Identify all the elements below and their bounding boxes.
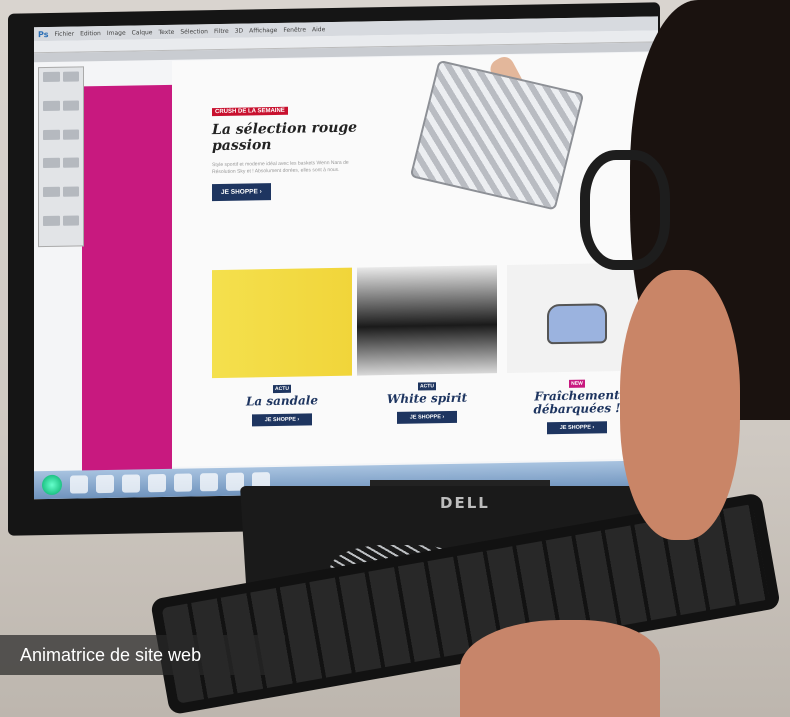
lasso-tool-icon[interactable] (43, 100, 60, 111)
card-title: La sandale (245, 393, 318, 409)
clutch-bag-image (409, 59, 585, 211)
menu-item[interactable]: Image (107, 29, 126, 36)
promo-badge: CRUSH DE LA SEMAINE (212, 106, 288, 117)
monitor: Ps Fichier Edition Image Calque Texte Sé… (8, 2, 660, 536)
gradient-tool-icon[interactable] (43, 187, 60, 198)
move-tool-icon[interactable] (43, 71, 60, 83)
promo-text: Style sportif et moderne idéal avec les … (212, 159, 349, 176)
monitor-screen: Ps Fichier Edition Image Calque Texte Sé… (34, 16, 658, 500)
menu-item[interactable]: Sélection (180, 28, 208, 35)
marquee-tool-icon[interactable] (62, 71, 79, 82)
hand-tool-icon[interactable] (62, 215, 79, 226)
sandal-photo (212, 267, 352, 379)
menu-item[interactable]: Texte (159, 28, 175, 35)
menu-item[interactable]: Aide (312, 26, 325, 33)
menu-item[interactable]: Fenêtre (283, 26, 306, 33)
folder-icon[interactable] (200, 473, 218, 492)
dreamweaver-icon[interactable] (122, 474, 140, 493)
photoshop-logo: Ps (38, 29, 49, 39)
chrome-icon[interactable] (174, 473, 192, 492)
menu-item[interactable]: 3D (235, 27, 243, 34)
web-page-mockup: CRUSH DE LA SEMAINE La sélection rouge p… (172, 52, 658, 467)
menu-item[interactable]: Edition (80, 30, 101, 37)
magenta-sidebar-block (82, 84, 172, 497)
product-card: ACTU White spirit JE SHOPPE › (357, 265, 497, 424)
photo-scene: Ps Fichier Edition Image Calque Texte Sé… (0, 0, 790, 717)
sneakers-photo (357, 265, 497, 376)
menu-item[interactable]: Affichage (249, 26, 277, 33)
product-card: ACTU La sandale JE SHOPPE › (212, 267, 352, 427)
photoshop-tools-panel (38, 66, 84, 248)
card-title: White spirit (386, 390, 468, 407)
caption-banner: Animatrice de site web (0, 635, 285, 675)
menu-item[interactable]: Filtre (214, 27, 229, 34)
eraser-tool-icon[interactable] (62, 157, 79, 169)
person-hand (460, 620, 660, 717)
dell-logo: DELL (440, 494, 490, 512)
photoshop-icon[interactable] (148, 473, 166, 493)
menu-item[interactable]: Fichier (54, 30, 74, 37)
glasses (580, 150, 670, 270)
explorer-icon[interactable] (70, 475, 88, 494)
pen-tool-icon[interactable] (62, 186, 79, 198)
person-face (620, 270, 740, 540)
shoe-shape (547, 303, 607, 345)
card-badge: ACTU (418, 382, 436, 391)
card-badge: NEW (569, 379, 585, 388)
card-shop-button[interactable]: JE SHOPPE › (397, 410, 457, 424)
stamp-tool-icon[interactable] (43, 158, 60, 169)
card-shop-button[interactable]: JE SHOPPE › (252, 413, 312, 427)
card-badge: ACTU (273, 384, 291, 394)
promo-title: La sélection rouge passion (212, 119, 358, 155)
text-tool-icon[interactable] (43, 215, 60, 227)
promo-block: CRUSH DE LA SEMAINE La sélection rouge p… (212, 98, 362, 202)
browser-icon[interactable] (96, 474, 114, 494)
crop-tool-icon[interactable] (62, 100, 79, 111)
eyedropper-tool-icon[interactable] (43, 129, 60, 140)
promo-shop-button[interactable]: JE SHOPPE › (212, 183, 271, 202)
menu-item[interactable]: Calque (132, 29, 153, 36)
brush-tool-icon[interactable] (62, 129, 79, 140)
caption-text: Animatrice de site web (20, 644, 202, 665)
card-shop-button[interactable]: JE SHOPPE › (547, 421, 607, 435)
start-button-icon[interactable] (42, 474, 62, 496)
